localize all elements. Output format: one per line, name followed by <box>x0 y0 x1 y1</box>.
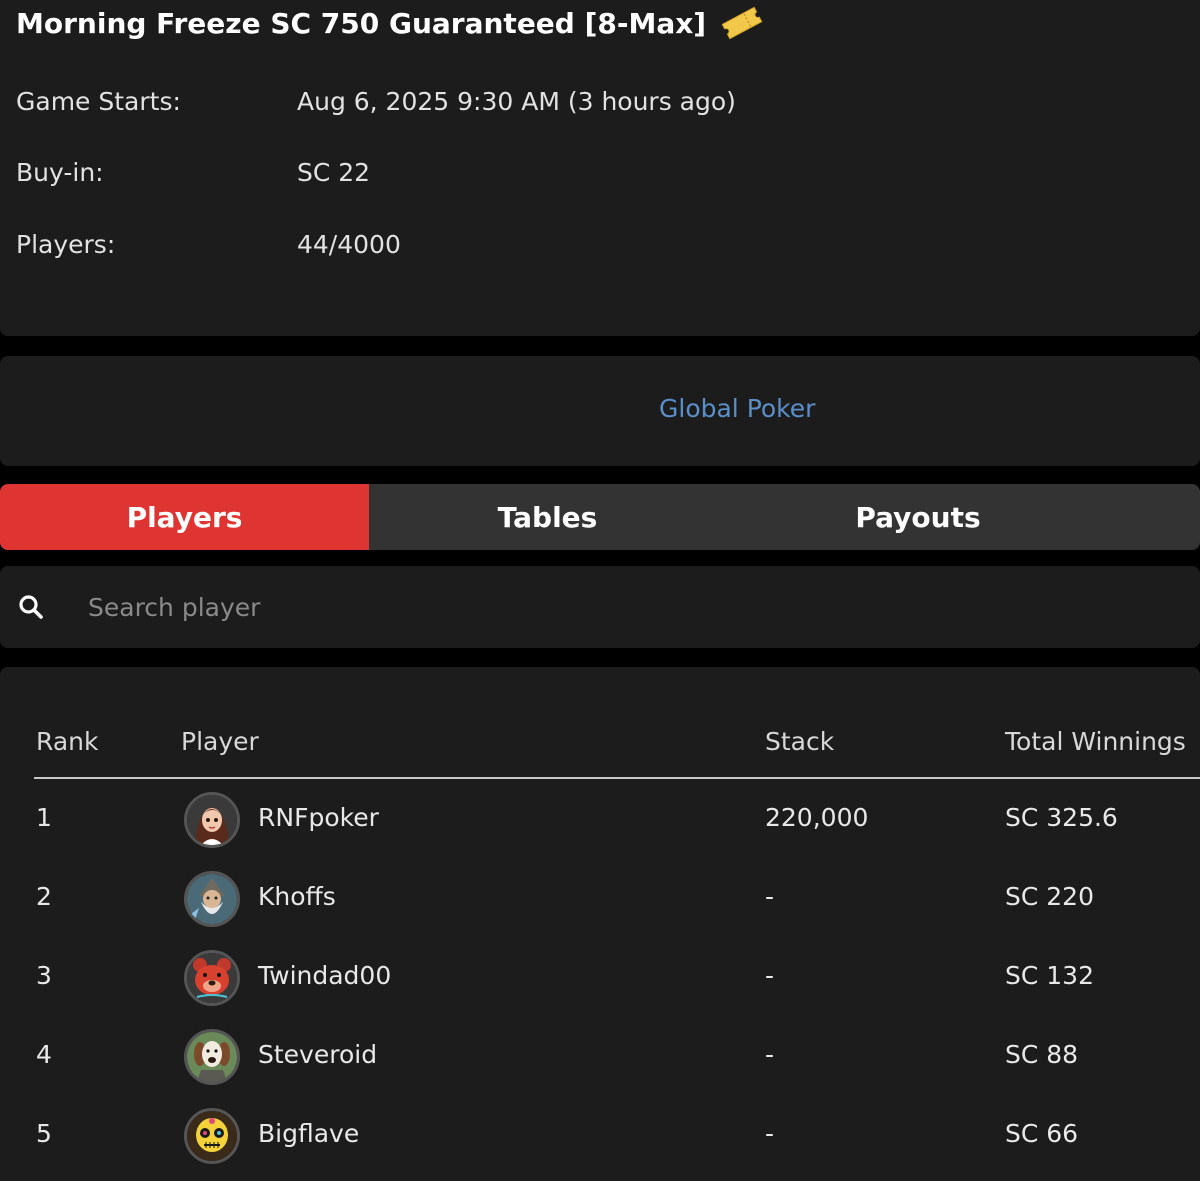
stack-cell: 220,000 <box>765 803 869 832</box>
header-stack[interactable]: Stack <box>765 727 834 756</box>
table-row[interactable]: 4 Steveroid - SC 88 <box>0 1018 1200 1097</box>
tab-players[interactable]: Players <box>0 484 369 550</box>
rank-cell: 3 <box>36 961 52 990</box>
table-row[interactable]: 1 RNFpoker 220,000 SC 325.6 <box>0 781 1200 860</box>
tab-bar: Players Tables Payouts <box>0 484 1200 550</box>
avatar-girl-icon <box>187 795 237 845</box>
rank-cell: 2 <box>36 882 52 911</box>
players-label: Players: <box>16 230 116 259</box>
avatar <box>184 871 240 927</box>
header-divider <box>34 777 1200 779</box>
game-starts-label: Game Starts: <box>16 87 181 116</box>
header-rank[interactable]: Rank <box>36 727 98 756</box>
player-name[interactable]: Steveroid <box>258 1040 377 1069</box>
global-poker-link[interactable]: Global Poker <box>659 394 815 423</box>
rank-cell: 4 <box>36 1040 52 1069</box>
player-name[interactable]: RNFpoker <box>258 803 379 832</box>
player-name[interactable]: Bigflave <box>258 1119 359 1148</box>
tab-tables[interactable]: Tables <box>369 484 726 550</box>
header-player[interactable]: Player <box>181 727 259 756</box>
table-row[interactable]: 3 Twindad00 - SC 132 <box>0 939 1200 1018</box>
stack-cell: - <box>765 1119 775 1148</box>
winnings-cell: SC 66 <box>1005 1119 1079 1148</box>
table-row[interactable]: 5 Bigflave - SC 66 <box>0 1097 1200 1176</box>
search-player-input[interactable] <box>88 584 1168 630</box>
table-row[interactable]: 2 Khoffs - SC 220 <box>0 860 1200 939</box>
tournament-title: Morning Freeze SC 750 Guaranteed [8-Max] <box>16 6 764 40</box>
buy-in-value: SC 22 <box>297 158 371 187</box>
site-card: Global Poker <box>0 356 1200 466</box>
player-name[interactable]: Twindad00 <box>258 961 391 990</box>
players-count-value: 44/4000 <box>297 230 401 259</box>
header-total-winnings[interactable]: Total Winnings <box>1005 727 1186 756</box>
avatar <box>184 792 240 848</box>
avatar <box>184 950 240 1006</box>
rank-cell: 1 <box>36 803 52 832</box>
search-icon[interactable] <box>18 594 44 620</box>
stack-cell: - <box>765 882 775 911</box>
winnings-cell: SC 220 <box>1005 882 1094 911</box>
rank-cell: 5 <box>36 1119 52 1148</box>
search-bar <box>0 566 1200 648</box>
game-starts-value: Aug 6, 2025 9:30 AM (3 hours ago) <box>297 87 736 116</box>
tab-payouts[interactable]: Payouts <box>726 484 1110 550</box>
player-name[interactable]: Khoffs <box>258 882 336 911</box>
stack-cell: - <box>765 961 775 990</box>
avatar-wizard-icon <box>187 874 237 924</box>
avatar <box>184 1029 240 1085</box>
avatar-dog-icon <box>187 1032 237 1082</box>
avatar-red-bear-icon <box>187 953 237 1003</box>
winnings-cell: SC 325.6 <box>1005 803 1118 832</box>
winnings-cell: SC 88 <box>1005 1040 1079 1069</box>
tournament-title-text: Morning Freeze SC 750 Guaranteed [8-Max] <box>16 6 707 40</box>
stack-cell: - <box>765 1040 775 1069</box>
buy-in-label: Buy-in: <box>16 158 104 187</box>
avatar-sugar-skull-icon <box>187 1111 237 1161</box>
ticket-icon <box>721 6 763 40</box>
avatar <box>184 1108 240 1164</box>
tournament-info-card: Morning Freeze SC 750 Guaranteed [8-Max]… <box>0 0 1200 336</box>
players-table: Rank Player Stack Total Winnings 1 RNFpo… <box>0 667 1200 1181</box>
winnings-cell: SC 132 <box>1005 961 1094 990</box>
